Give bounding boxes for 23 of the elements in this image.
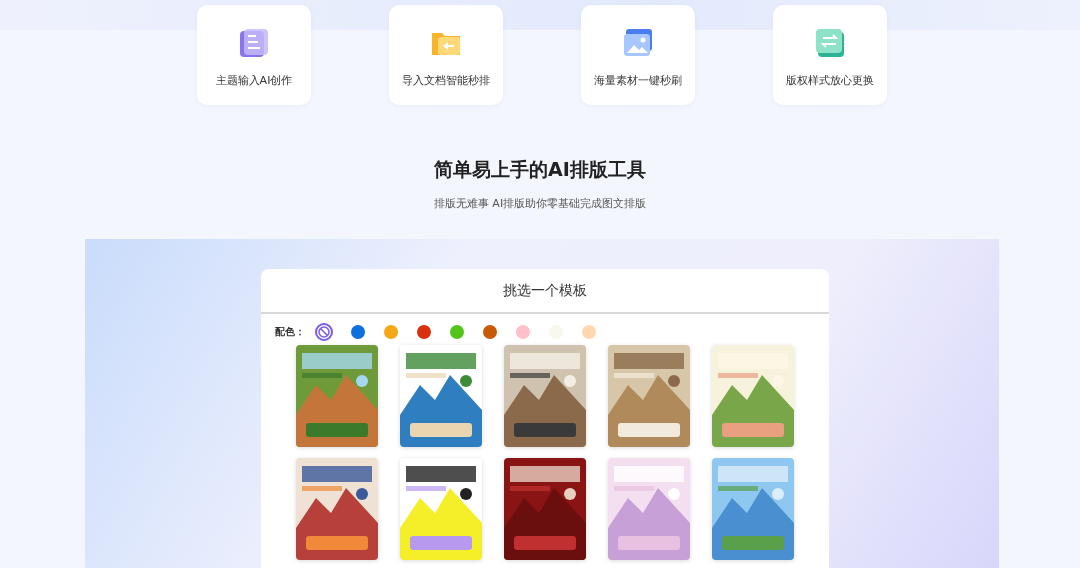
feature-label: 主题输入AI创作 [215,73,293,88]
color-swatch[interactable] [514,323,532,341]
swap-icon [814,27,846,59]
color-swatch[interactable] [580,323,598,341]
palette-label: 配色： [275,325,305,339]
feature-card[interactable]: 导入文档智能秒排 [389,5,503,105]
section-heading: 简单易上手的AI排版工具 [433,157,647,182]
document-icon [238,27,270,59]
color-swatch[interactable] [481,323,499,341]
feature-card[interactable]: 版权样式放心更换 [773,5,887,105]
feature-card[interactable]: 海量素材一键秒刷 [581,5,695,105]
section-subheading: 排版无难事 AI排版助你零基础完成图文排版 [432,196,648,211]
feature-label: 导入文档智能秒排 [402,73,490,88]
no-color-swatch[interactable] [314,322,334,342]
color-swatch[interactable] [415,323,433,341]
color-swatch[interactable] [382,323,400,341]
color-swatch[interactable] [448,323,466,341]
feature-label: 版权样式放心更换 [786,73,874,88]
feature-label: 海量素材一键秒刷 [594,73,682,88]
feature-card[interactable]: 主题输入AI创作 [197,5,311,105]
color-swatch[interactable] [349,323,367,341]
image-icon [622,27,654,59]
picker-title: 挑选一个模板 [503,281,587,300]
